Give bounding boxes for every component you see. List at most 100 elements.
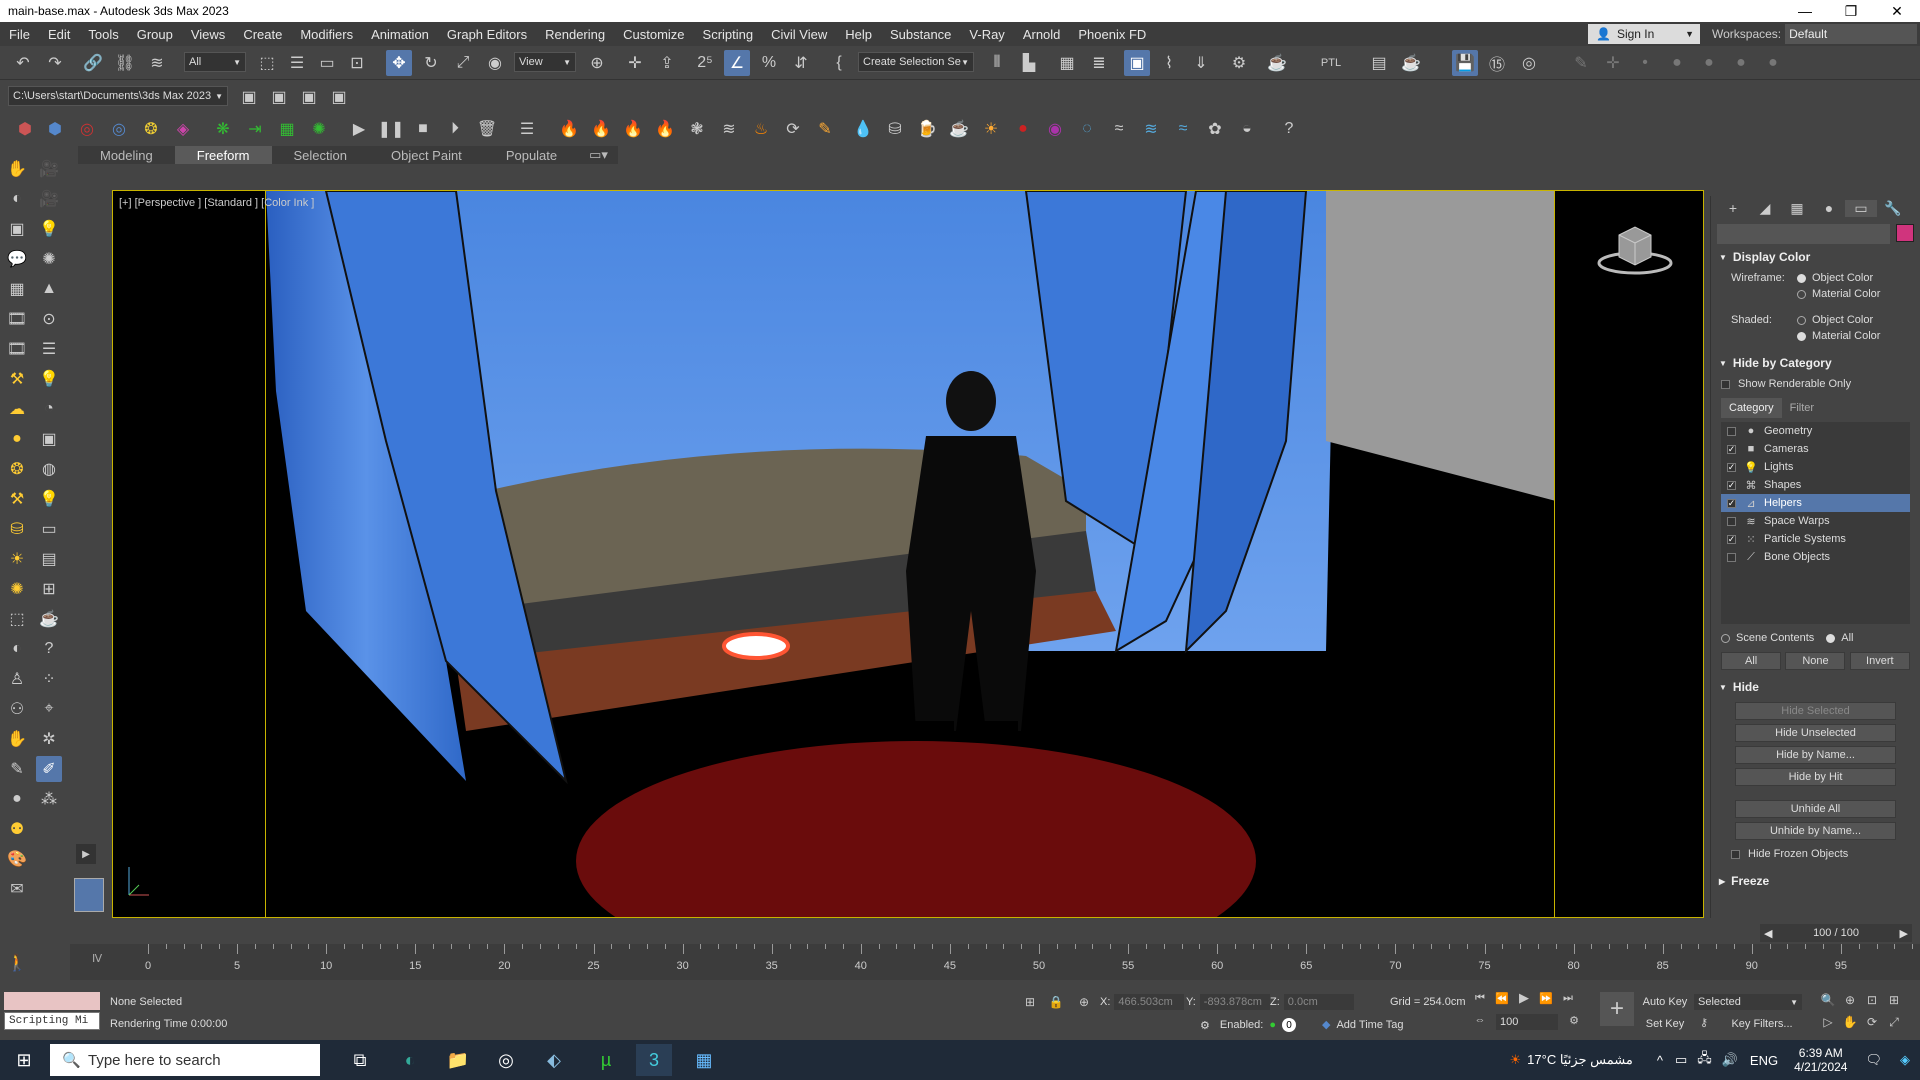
auto-key-button[interactable]: Auto Key (1640, 994, 1690, 1010)
globe-icon[interactable]: ◍ (36, 456, 62, 482)
timeline[interactable]: Ⅳ 0 5 10 15 20 25 30 35 40 45 50 55 60 65 70 75 80 85 90 95… (70, 944, 1920, 980)
hand-tool-icon[interactable]: ✋ (4, 726, 30, 752)
utorrent-icon[interactable]: µ (588, 1044, 624, 1076)
curve-editor-icon[interactable]: ⌇ (1156, 50, 1182, 76)
hide-header[interactable]: ▼ Hide (1715, 680, 1916, 694)
freeze-header[interactable]: ▶ Freeze (1715, 874, 1916, 888)
viewcube-icon[interactable] (1597, 221, 1673, 277)
render-setup-icon[interactable]: ☕ (1264, 50, 1290, 76)
menu-scripting[interactable]: Scripting (694, 27, 763, 42)
hide-unselected-button[interactable]: Hide Unselected (1735, 724, 1896, 742)
chrome-icon[interactable]: ◎ (488, 1044, 524, 1076)
curve-toggle-icon[interactable]: Ⅳ (92, 952, 102, 965)
sea-icon[interactable]: ≈ (1170, 116, 1196, 142)
cube-wire-icon[interactable]: ⬚ (4, 606, 30, 632)
next-frame-icon[interactable]: ▶ (1900, 927, 1908, 940)
motion-tab-icon[interactable]: ● (1813, 200, 1845, 216)
place-icon[interactable]: ◉ (482, 50, 508, 76)
frame-counter[interactable]: ◀ 100 / 100 ▶ (1760, 924, 1912, 942)
list-panel-icon[interactable]: ☰ (36, 336, 62, 362)
fire-source-icon[interactable]: 🔥 (588, 116, 614, 142)
box-icon[interactable]: ▣ (4, 216, 30, 242)
weather-label[interactable]: 17°C مشمس جزئيًا (1527, 1052, 1633, 1068)
menu-modifiers[interactable]: Modifiers (291, 27, 362, 42)
menu-tools[interactable]: Tools (79, 27, 127, 42)
help-icon[interactable]: ? (1276, 116, 1302, 142)
task-view-icon[interactable]: ⧉ (342, 1044, 378, 1076)
x-input[interactable]: 466.503cm (1114, 994, 1185, 1010)
move-icon[interactable]: ✥ (386, 50, 412, 76)
flame-icon[interactable]: ♨ (748, 116, 774, 142)
expand-arrow-icon[interactable]: ▶ (76, 844, 96, 864)
all-radio[interactable] (1826, 633, 1836, 643)
network-icon[interactable]: 🖧 (1697, 1049, 1712, 1071)
sunflower-icon[interactable]: ❂ (4, 456, 30, 482)
vray-fur-icon[interactable]: ❋ (210, 116, 236, 142)
z-input[interactable]: 0.0cm (1283, 994, 1354, 1010)
search-help-icon[interactable]: ◎ (1516, 50, 1542, 76)
vray-dome-icon[interactable]: ◎ (106, 116, 132, 142)
window-crossing-icon[interactable]: ⊡ (344, 50, 370, 76)
hierarchy-tab-icon[interactable]: ▦ (1781, 200, 1813, 217)
shaded-object-color-radio[interactable] (1797, 315, 1806, 325)
clock[interactable]: 6:39 AM 4/21/2024 (1794, 1046, 1847, 1074)
tab-selection[interactable]: Selection (272, 146, 369, 164)
list-icon[interactable]: ☰ (514, 116, 540, 142)
create-tab-icon[interactable]: + (1717, 200, 1749, 216)
lock-icon[interactable]: 🔒 (1046, 992, 1066, 1012)
category-item-particle-systems[interactable]: ✓ ⁙ Particle Systems (1721, 530, 1910, 548)
menu-vray[interactable]: V-Ray (960, 27, 1013, 42)
set-key-button[interactable]: Set Key (1640, 1016, 1690, 1032)
person-icon[interactable]: ♙ (4, 666, 30, 692)
perspective-viewport[interactable]: [+] [Perspective ] [Standard ] [Color In… (112, 190, 1704, 918)
time-config-icon[interactable]: ⚙ (1564, 1010, 1584, 1030)
hide-by-hit-button[interactable]: Hide by Hit (1735, 768, 1896, 786)
selection-filter-dropdown[interactable]: All ▼ (184, 52, 246, 72)
light-create-icon[interactable]: 💡 (36, 366, 62, 392)
y-input[interactable]: -893.878cm (1199, 994, 1270, 1010)
time-slider-track[interactable]: 0510152025303540455055606570758085909510… (132, 944, 1920, 980)
palette-icon[interactable]: 🎨 (4, 846, 30, 872)
category-item-shapes[interactable]: ✓ ⌘ Shapes (1721, 476, 1910, 494)
windows-start-icon[interactable]: ⊞ (6, 1044, 42, 1076)
object-name-input[interactable] (1717, 224, 1890, 244)
layout-icon[interactable]: ⊞ (36, 576, 62, 602)
ribbon-options-icon[interactable]: ▭▾ (579, 146, 618, 164)
notifications-icon[interactable]: 🗨 (1865, 1052, 1882, 1068)
menu-phoenix-fd[interactable]: Phoenix FD (1069, 27, 1155, 42)
ribbon-toggle-icon[interactable]: ▣ (1124, 50, 1150, 76)
tab-modeling[interactable]: Modeling (78, 146, 175, 164)
sphere-icon[interactable]: ● (4, 426, 30, 452)
none-button[interactable]: None (1785, 652, 1846, 670)
go-to-end-icon[interactable]: ⏭ (1558, 988, 1578, 1008)
project-settings-icon[interactable]: ▣ (326, 84, 352, 110)
previous-frame-icon[interactable]: ⏪ (1492, 988, 1512, 1008)
vray-arrow-icon[interactable]: ⇥ (242, 116, 268, 142)
prev-frame-icon[interactable]: ◀ (1764, 927, 1772, 940)
menu-civil-view[interactable]: Civil View (762, 27, 836, 42)
draw-icon[interactable]: ✐ (36, 756, 62, 782)
counter-badge[interactable]: 0 (1281, 1018, 1296, 1032)
key-filters-button[interactable]: Key Filters... (1720, 1016, 1804, 1032)
liquid-icon[interactable]: 💧 (850, 116, 876, 142)
spray-icon[interactable]: ✲ (36, 726, 62, 752)
3ds-max-taskbar-icon[interactable]: 3 (636, 1044, 672, 1076)
paint-icon[interactable]: ◐ (4, 636, 30, 662)
mirror-icon[interactable]: ⫴ (984, 50, 1010, 76)
ball-icon[interactable]: ● (4, 786, 30, 812)
invert-button[interactable]: Invert (1849, 652, 1910, 670)
menu-rendering[interactable]: Rendering (536, 27, 614, 42)
show-renderable-only-checkbox[interactable] (1721, 379, 1730, 389)
copilot-icon[interactable]: ◈ (1900, 1052, 1910, 1068)
scene-explorer-icon[interactable]: ▦ (1054, 50, 1080, 76)
vray-cube-icon[interactable]: ⬢ (12, 116, 38, 142)
degradation-icon[interactable]: ⚙ (1200, 1019, 1210, 1032)
maxscript-listener-output[interactable] (4, 992, 100, 1010)
vray-sun-icon[interactable]: ◎ (74, 116, 100, 142)
pause-icon[interactable]: ❚❚ (378, 116, 405, 142)
spot-icon[interactable]: ▲ (36, 276, 62, 302)
viewport-label[interactable]: [+] [Perspective ] [Standard ] [Color In… (119, 197, 314, 209)
menu-substance[interactable]: Substance (881, 27, 960, 42)
menu-help[interactable]: Help (836, 27, 881, 42)
taskbar-search-box[interactable]: 🔍 Type here to search (50, 1044, 320, 1076)
